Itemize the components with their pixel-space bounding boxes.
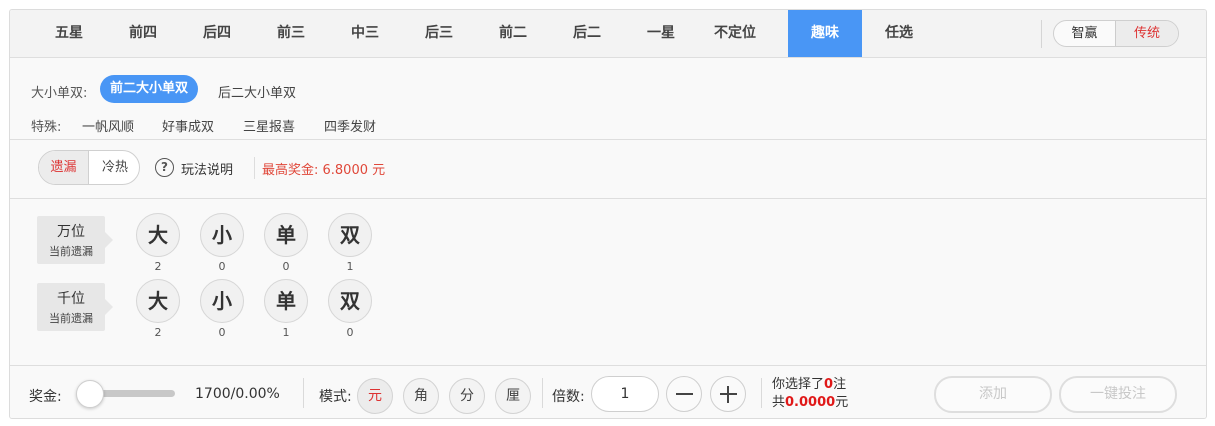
mode-label: 模式: (319, 389, 352, 405)
ball-da[interactable]: 大 (136, 213, 180, 257)
selection-summary: 你选择了0注 共0.0000元 (772, 376, 848, 412)
subplay-sijifacai[interactable]: 四季发财 (324, 116, 376, 135)
ball-shuang[interactable]: 双 (328, 213, 372, 257)
unit-li-button[interactable]: 厘 (495, 378, 531, 414)
plus-icon[interactable] (710, 376, 746, 412)
prize-slider-handle[interactable] (76, 380, 104, 408)
miss-count: 0 (346, 326, 354, 339)
total-prefix: 共 (772, 395, 786, 410)
miss-count: 2 (154, 326, 162, 339)
subplay-sanxingbaoxi[interactable]: 三星报喜 (243, 116, 295, 135)
subplay-yifanfengshun[interactable]: 一帆风顺 (82, 116, 134, 135)
prize-label: 奖金: (29, 389, 62, 405)
tab-housan[interactable]: 后三 (402, 10, 476, 57)
position-label-wan: 万位 当前遗漏 (37, 216, 113, 264)
sub-play-panel: 大小单双: 前二大小单双 后二大小单双 特殊: 一帆风顺 好事成双 三星报喜 四… (10, 58, 1206, 140)
miss-count: 1 (282, 326, 290, 339)
miss-count: 0 (282, 260, 290, 273)
bet-footer: 奖金: 1700/0.00% 模式: 元 角 分 厘 倍数: 1 你选择了0注 … (10, 365, 1206, 418)
max-prize-text: 最高奖金: 6.8000 元 (262, 163, 386, 178)
prize-value: 1700/0.00% (195, 386, 280, 402)
ball-xiao[interactable]: 小 (200, 213, 244, 257)
minus-icon[interactable] (666, 376, 702, 412)
subplay-haoshichengshuang[interactable]: 好事成双 (162, 116, 214, 135)
position-name: 万位 (57, 224, 85, 240)
tab-budingwei[interactable]: 不定位 (698, 10, 772, 57)
miss-count: 0 (218, 260, 226, 273)
footer-divider (303, 378, 304, 408)
position-sub: 当前遗漏 (49, 312, 93, 325)
multiple-label: 倍数: (552, 389, 585, 405)
special-label: 特殊: (31, 120, 62, 135)
mode-zhiying-button[interactable]: 智赢 (1054, 21, 1116, 46)
options-bar: 遗漏 冷热 ? 玩法说明 最高奖金: 6.8000 元 (10, 140, 1206, 199)
lottery-panel: 五星 前四 后四 前三 中三 后三 前二 后二 一星 不定位 趣味 任选 智赢 … (9, 9, 1207, 419)
add-button[interactable]: 添加 (934, 376, 1052, 413)
tab-houer[interactable]: 后二 (550, 10, 624, 57)
tab-housi[interactable]: 后四 (180, 10, 254, 57)
unit-jiao-button[interactable]: 角 (403, 378, 439, 414)
tab-renxuan[interactable]: 任选 (862, 10, 936, 57)
tab-yixing[interactable]: 一星 (624, 10, 698, 57)
multiple-input[interactable]: 1 (591, 376, 659, 412)
ball-da[interactable]: 大 (136, 279, 180, 323)
mode-toggle[interactable]: 智赢 传统 (1053, 20, 1179, 47)
ball-xiao[interactable]: 小 (200, 279, 244, 323)
selected-suffix: 注 (833, 377, 847, 392)
ball-dan[interactable]: 单 (264, 279, 308, 323)
footer-divider (542, 378, 543, 408)
miss-count: 2 (154, 260, 162, 273)
miss-count: 0 (218, 326, 226, 339)
tab-divider (1041, 20, 1042, 48)
tab-wuxing[interactable]: 五星 (32, 10, 106, 57)
question-icon[interactable]: ? (155, 158, 174, 177)
tab-qianer[interactable]: 前二 (476, 10, 550, 57)
tab-qiansi[interactable]: 前四 (106, 10, 180, 57)
footer-divider (761, 378, 762, 408)
miss-count: 1 (346, 260, 354, 273)
position-label-qian: 千位 当前遗漏 (37, 283, 113, 331)
miss-button[interactable]: 遗漏 (39, 151, 89, 184)
total-suffix: 元 (835, 395, 849, 410)
quick-bet-button[interactable]: 一键投注 (1059, 376, 1177, 413)
unit-yuan-button[interactable]: 元 (357, 378, 393, 414)
selected-count: 0 (824, 377, 834, 392)
tab-qiansan[interactable]: 前三 (254, 10, 328, 57)
ball-shuang[interactable]: 双 (328, 279, 372, 323)
hot-cold-button[interactable]: 冷热 (90, 151, 139, 184)
selected-prefix: 你选择了 (772, 377, 825, 392)
rules-link[interactable]: 玩法说明 (181, 159, 233, 178)
play-tabs: 五星 前四 后四 前三 中三 后三 前二 后二 一星 不定位 趣味 任选 智赢 … (10, 10, 1206, 58)
mode-chuantong-button[interactable]: 传统 (1116, 21, 1178, 46)
miss-hot-switch[interactable]: 遗漏 冷热 (38, 150, 140, 185)
ball-dan[interactable]: 单 (264, 213, 308, 257)
unit-fen-button[interactable]: 分 (449, 378, 485, 414)
subplay-houer-daxiaodanshuang[interactable]: 后二大小单双 (218, 82, 296, 101)
tab-quwei[interactable]: 趣味 (788, 10, 862, 57)
position-name: 千位 (57, 291, 85, 307)
subplay-qianer-daxiaodanshuang[interactable]: 前二大小单双 (100, 75, 199, 103)
daxiao-label: 大小单双: (31, 86, 88, 101)
tab-zhongsan[interactable]: 中三 (328, 10, 402, 57)
options-divider (254, 157, 255, 179)
position-sub: 当前遗漏 (49, 245, 93, 258)
total-amount: 0.0000 (785, 395, 836, 410)
